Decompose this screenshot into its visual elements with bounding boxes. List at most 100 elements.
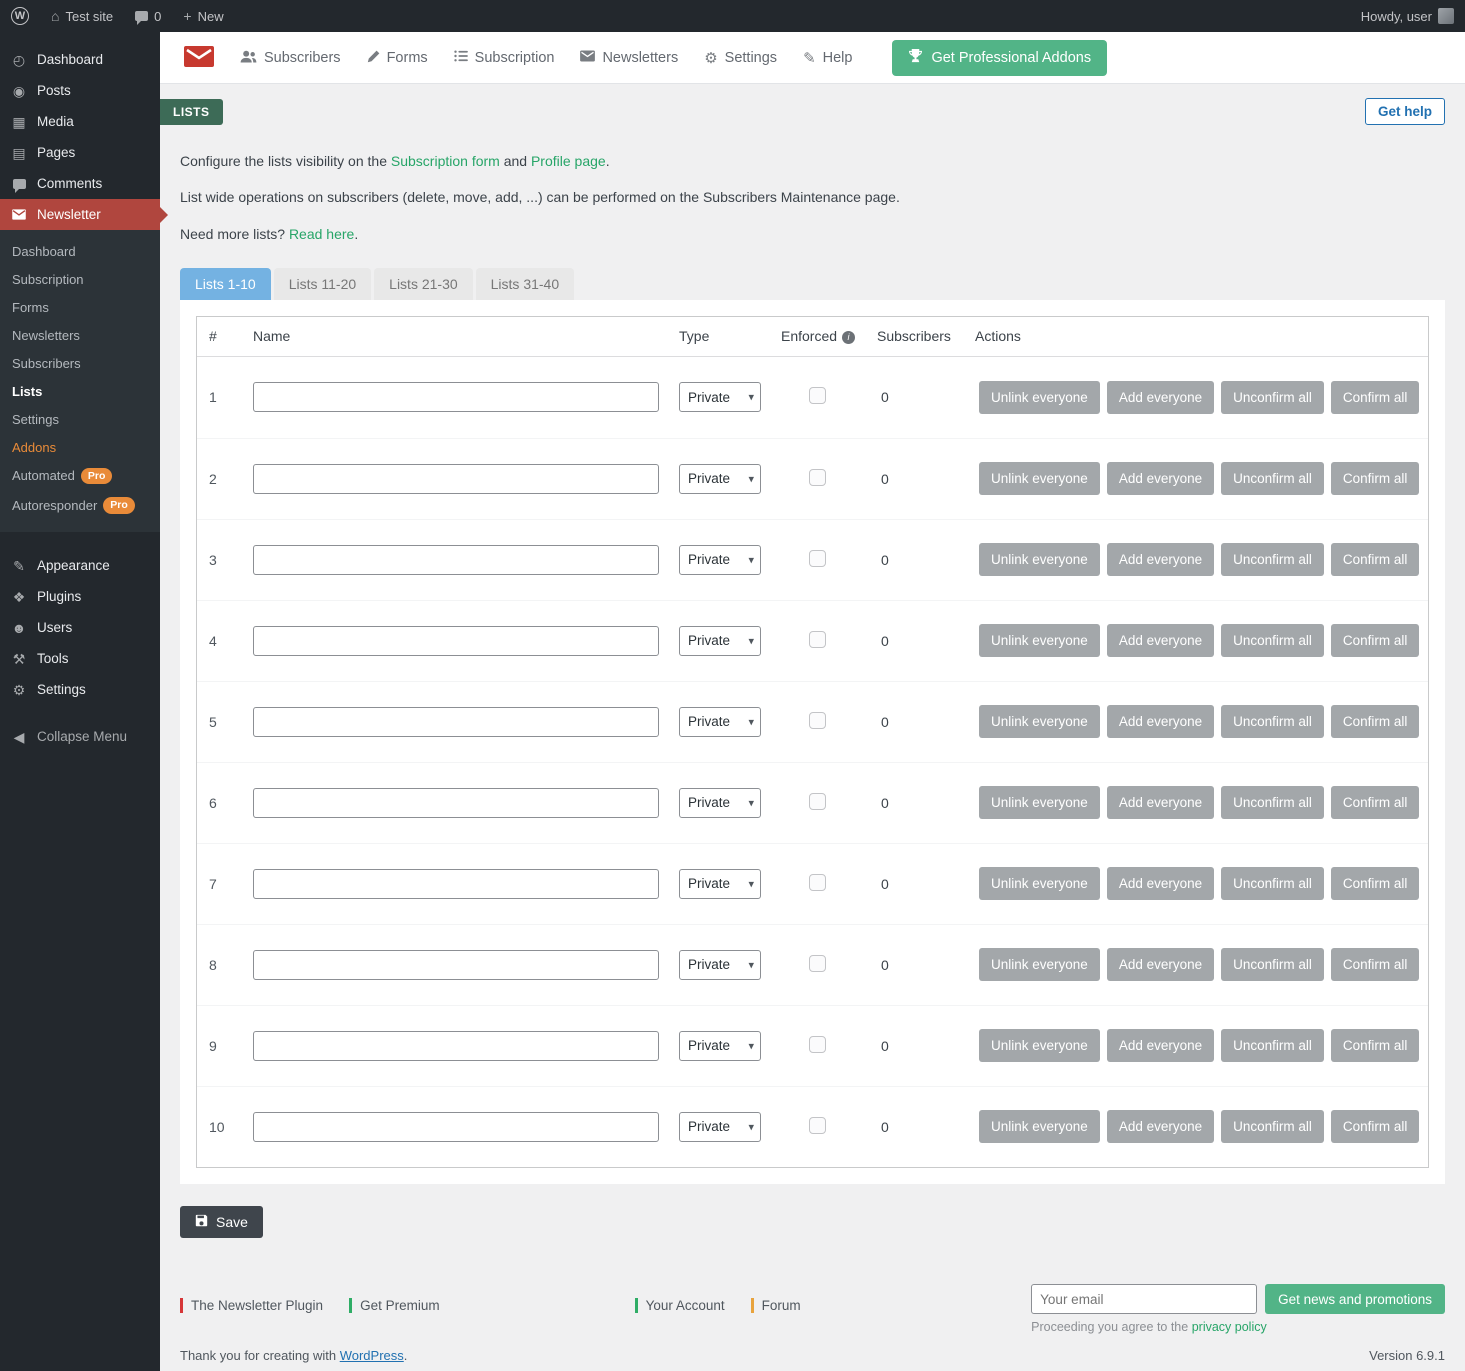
- add-everyone-button[interactable]: Add everyone: [1107, 462, 1214, 495]
- unlink-everyone-button[interactable]: Unlink everyone: [979, 1029, 1100, 1062]
- enforced-checkbox[interactable]: [809, 631, 826, 648]
- add-everyone-button[interactable]: Add everyone: [1107, 705, 1214, 738]
- privacy-policy-link[interactable]: privacy policy: [1192, 1320, 1267, 1334]
- profile-page-link[interactable]: Profile page: [531, 153, 606, 169]
- confirm-all-button[interactable]: Confirm all: [1331, 1110, 1420, 1143]
- list-name-input[interactable]: [253, 950, 659, 980]
- submenu-addons[interactable]: Addons: [0, 433, 160, 461]
- list-type-select[interactable]: Private: [679, 707, 761, 737]
- sidebar-item-plugins[interactable]: ❖ Plugins: [0, 581, 160, 612]
- confirm-all-button[interactable]: Confirm all: [1331, 1029, 1420, 1062]
- tab-lists-11-20[interactable]: Lists 11-20: [274, 268, 371, 300]
- submenu-dashboard[interactable]: Dashboard: [0, 237, 160, 265]
- enforced-checkbox[interactable]: [809, 712, 826, 729]
- unconfirm-all-button[interactable]: Unconfirm all: [1221, 786, 1324, 819]
- get-professional-addons-button[interactable]: Get Professional Addons: [892, 40, 1107, 76]
- confirm-all-button[interactable]: Confirm all: [1331, 867, 1420, 900]
- list-name-input[interactable]: [253, 626, 659, 656]
- enforced-checkbox[interactable]: [809, 469, 826, 486]
- submenu-autoresponder[interactable]: Autoresponder Pro: [0, 491, 160, 521]
- footer-link[interactable]: Your Account: [635, 1298, 725, 1313]
- list-type-select[interactable]: Private: [679, 1031, 761, 1061]
- unconfirm-all-button[interactable]: Unconfirm all: [1221, 1029, 1324, 1062]
- confirm-all-button[interactable]: Confirm all: [1331, 462, 1420, 495]
- topnav-settings[interactable]: ⚙ Settings: [704, 50, 777, 66]
- unconfirm-all-button[interactable]: Unconfirm all: [1221, 381, 1324, 414]
- topnav-newsletters[interactable]: Newsletters: [580, 50, 678, 66]
- add-everyone-button[interactable]: Add everyone: [1107, 867, 1214, 900]
- tab-lists-31-40[interactable]: Lists 31-40: [476, 268, 574, 300]
- list-type-select[interactable]: Private: [679, 869, 761, 899]
- add-everyone-button[interactable]: Add everyone: [1107, 543, 1214, 576]
- confirm-all-button[interactable]: Confirm all: [1331, 381, 1420, 414]
- comments-link[interactable]: 0: [124, 0, 172, 32]
- list-name-input[interactable]: [253, 1112, 659, 1142]
- submenu-lists[interactable]: Lists: [0, 377, 160, 405]
- footer-link[interactable]: The Newsletter Plugin: [180, 1298, 323, 1313]
- submenu-settings[interactable]: Settings: [0, 405, 160, 433]
- unlink-everyone-button[interactable]: Unlink everyone: [979, 1110, 1100, 1143]
- howdy-account-menu[interactable]: Howdy, user: [1350, 0, 1465, 32]
- enforced-checkbox[interactable]: [809, 387, 826, 404]
- read-here-link[interactable]: Read here: [289, 226, 354, 242]
- unconfirm-all-button[interactable]: Unconfirm all: [1221, 1110, 1324, 1143]
- unlink-everyone-button[interactable]: Unlink everyone: [979, 786, 1100, 819]
- confirm-all-button[interactable]: Confirm all: [1331, 543, 1420, 576]
- unlink-everyone-button[interactable]: Unlink everyone: [979, 705, 1100, 738]
- enforced-checkbox[interactable]: [809, 793, 826, 810]
- newsletter-logo-icon[interactable]: [184, 46, 214, 70]
- unconfirm-all-button[interactable]: Unconfirm all: [1221, 705, 1324, 738]
- sidebar-item-pages[interactable]: ▤ Pages: [0, 137, 160, 168]
- sidebar-item-posts[interactable]: ◉ Posts: [0, 75, 160, 106]
- add-everyone-button[interactable]: Add everyone: [1107, 786, 1214, 819]
- confirm-all-button[interactable]: Confirm all: [1331, 705, 1420, 738]
- unconfirm-all-button[interactable]: Unconfirm all: [1221, 624, 1324, 657]
- topnav-subscribers[interactable]: Subscribers: [240, 50, 341, 67]
- add-everyone-button[interactable]: Add everyone: [1107, 1029, 1214, 1062]
- unconfirm-all-button[interactable]: Unconfirm all: [1221, 543, 1324, 576]
- topnav-help[interactable]: ✎ Help: [803, 50, 852, 66]
- submenu-automated[interactable]: Automated Pro: [0, 461, 160, 491]
- sidebar-item-users[interactable]: ☻ Users: [0, 612, 160, 643]
- list-type-select[interactable]: Private: [679, 382, 761, 412]
- new-content-button[interactable]: + New: [172, 0, 234, 32]
- tab-lists-21-30[interactable]: Lists 21-30: [374, 268, 472, 300]
- get-help-button[interactable]: Get help: [1365, 98, 1445, 125]
- list-name-input[interactable]: [253, 382, 659, 412]
- add-everyone-button[interactable]: Add everyone: [1107, 1110, 1214, 1143]
- enforced-checkbox[interactable]: [809, 955, 826, 972]
- list-type-select[interactable]: Private: [679, 464, 761, 494]
- enforced-checkbox[interactable]: [809, 550, 826, 567]
- subscription-form-link[interactable]: Subscription form: [391, 153, 500, 169]
- sidebar-item-media[interactable]: ▦ Media: [0, 106, 160, 137]
- list-type-select[interactable]: Private: [679, 1112, 761, 1142]
- list-type-select[interactable]: Private: [679, 545, 761, 575]
- list-name-input[interactable]: [253, 788, 659, 818]
- tab-lists-1-10[interactable]: Lists 1-10: [180, 268, 271, 300]
- list-name-input[interactable]: [253, 545, 659, 575]
- confirm-all-button[interactable]: Confirm all: [1331, 624, 1420, 657]
- topnav-subscription[interactable]: Subscription: [454, 50, 555, 66]
- site-name-link[interactable]: ⌂ Test site: [40, 0, 124, 32]
- confirm-all-button[interactable]: Confirm all: [1331, 948, 1420, 981]
- list-name-input[interactable]: [253, 869, 659, 899]
- unlink-everyone-button[interactable]: Unlink everyone: [979, 462, 1100, 495]
- sidebar-item-tools[interactable]: ⚒ Tools: [0, 643, 160, 674]
- add-everyone-button[interactable]: Add everyone: [1107, 381, 1214, 414]
- list-name-input[interactable]: [253, 1031, 659, 1061]
- sidebar-item-newsletter[interactable]: Newsletter: [0, 199, 160, 230]
- unconfirm-all-button[interactable]: Unconfirm all: [1221, 462, 1324, 495]
- info-icon[interactable]: [842, 331, 855, 344]
- submenu-forms[interactable]: Forms: [0, 293, 160, 321]
- unlink-everyone-button[interactable]: Unlink everyone: [979, 624, 1100, 657]
- list-type-select[interactable]: Private: [679, 626, 761, 656]
- submenu-subscription[interactable]: Subscription: [0, 265, 160, 293]
- confirm-all-button[interactable]: Confirm all: [1331, 786, 1420, 819]
- enforced-checkbox[interactable]: [809, 1036, 826, 1053]
- footer-link[interactable]: Forum: [751, 1298, 801, 1313]
- topnav-forms[interactable]: Forms: [367, 50, 428, 67]
- save-button[interactable]: Save: [180, 1206, 263, 1238]
- unlink-everyone-button[interactable]: Unlink everyone: [979, 948, 1100, 981]
- add-everyone-button[interactable]: Add everyone: [1107, 624, 1214, 657]
- enforced-checkbox[interactable]: [809, 1117, 826, 1134]
